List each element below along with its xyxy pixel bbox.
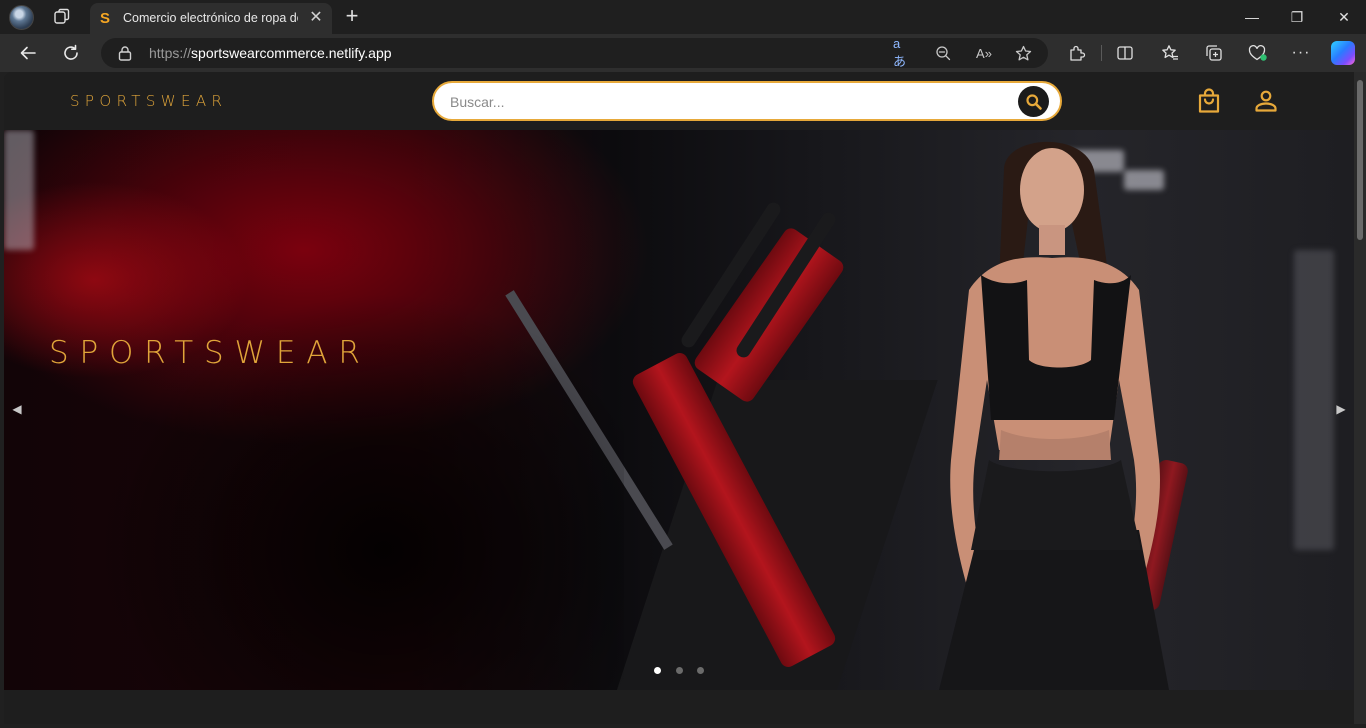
search-icon bbox=[1025, 93, 1042, 110]
toolbar-divider bbox=[1101, 45, 1102, 61]
url-host: sportswearcommerce.netlify.app bbox=[191, 45, 392, 61]
hero-shadow-overlay bbox=[4, 130, 624, 690]
close-window-button[interactable]: ✕ bbox=[1333, 6, 1355, 28]
site-logo[interactable]: SPORTSWEAR bbox=[70, 92, 295, 110]
search-button[interactable] bbox=[1018, 86, 1049, 117]
hero-carousel: SPORTSWEAR ◀ ▶ bbox=[4, 130, 1354, 690]
zoom-out-icon[interactable] bbox=[933, 43, 953, 63]
browser-tab-active[interactable]: S Comercio electrónico de ropa deportiva… bbox=[90, 3, 332, 34]
search-bar bbox=[432, 81, 1062, 121]
shopping-bag-icon[interactable] bbox=[1195, 87, 1223, 115]
browser-essentials-icon[interactable] bbox=[1248, 43, 1268, 63]
copilot-icon[interactable] bbox=[1331, 41, 1355, 65]
carousel-next-button[interactable]: ▶ bbox=[1334, 400, 1348, 418]
site-favicon-icon: S bbox=[100, 10, 111, 27]
page-viewport: SPORTSWEAR Buscar... SPORTSWEAR ◀ ▶ bbox=[4, 72, 1354, 724]
search-input[interactable] bbox=[450, 91, 990, 113]
back-icon[interactable] bbox=[17, 42, 39, 64]
workspaces-icon[interactable] bbox=[50, 6, 74, 28]
site-header: SPORTSWEAR bbox=[4, 72, 1354, 130]
page-scrollbar[interactable] bbox=[1354, 72, 1366, 724]
extensions-icon[interactable] bbox=[1067, 43, 1087, 63]
scrollbar-thumb[interactable] bbox=[1357, 80, 1363, 240]
collections-icon[interactable] bbox=[1204, 43, 1224, 63]
hero-title: SPORTSWEAR bbox=[49, 335, 371, 371]
profile-avatar[interactable] bbox=[9, 5, 34, 30]
athlete-image bbox=[939, 141, 1169, 690]
user-icon[interactable] bbox=[1252, 87, 1280, 115]
carousel-indicators bbox=[652, 667, 712, 677]
carousel-dot-1[interactable] bbox=[654, 667, 661, 674]
carousel-dot-3[interactable] bbox=[697, 667, 704, 674]
url-protocol: https:// bbox=[149, 45, 192, 61]
tab-close-icon[interactable]: ✕ bbox=[307, 9, 325, 27]
url-text[interactable]: https://sportswearcommerce.netlify.app bbox=[149, 45, 392, 61]
address-bar[interactable]: https://sportswearcommerce.netlify.app a… bbox=[101, 36, 1048, 69]
new-tab-button[interactable]: + bbox=[341, 5, 363, 27]
browser-toolbar: https://sportswearcommerce.netlify.app a… bbox=[0, 34, 1366, 72]
carousel-prev-button[interactable]: ◀ bbox=[10, 400, 24, 418]
page-content-below-hero bbox=[4, 690, 1354, 724]
carousel-dot-2[interactable] bbox=[676, 667, 683, 674]
lock-icon[interactable] bbox=[118, 45, 132, 61]
refresh-icon[interactable] bbox=[60, 42, 82, 64]
minimize-button[interactable]: — bbox=[1241, 6, 1263, 28]
background-pillar bbox=[1294, 250, 1334, 550]
tab-title: Comercio electrónico de ropa deportiva bbox=[123, 11, 298, 25]
restore-button[interactable]: ❐ bbox=[1286, 6, 1308, 28]
favorite-star-icon[interactable] bbox=[1013, 43, 1033, 63]
favorites-icon[interactable] bbox=[1160, 43, 1180, 63]
read-aloud-icon[interactable]: A» bbox=[974, 43, 994, 63]
browser-tab-bar: S Comercio electrónico de ropa deportiva… bbox=[0, 0, 1366, 34]
split-screen-icon[interactable] bbox=[1115, 43, 1135, 63]
more-icon[interactable]: ··· bbox=[1291, 43, 1311, 63]
translate-icon[interactable]: aあ bbox=[893, 36, 913, 69]
